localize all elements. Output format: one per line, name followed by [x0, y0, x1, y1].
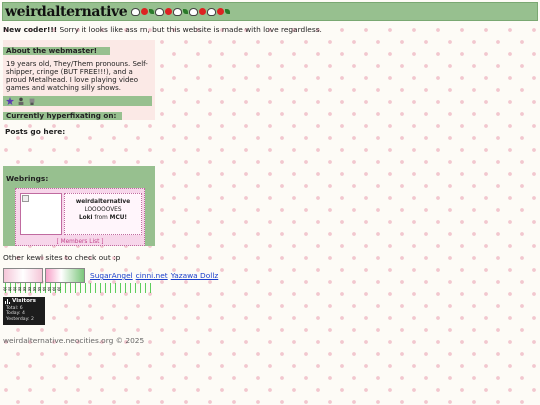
cat-icon: [155, 7, 165, 16]
webring-name: Loki: [78, 215, 93, 221]
intro-bold: New coder!!!: [3, 25, 58, 34]
other-sites-text: Other kewl sites to check out :p: [3, 253, 121, 262]
members-list-link[interactable]: [ Members List ]: [16, 239, 144, 245]
footer-text: weirdalternative.neocities.org © 2025: [3, 336, 145, 345]
leaf-icon: [149, 9, 155, 14]
posts-heading: Posts go here:: [5, 127, 66, 136]
about-bio: 19 years old, They/Them pronouns. Self-s…: [6, 60, 148, 92]
site-links: SugarAngel cinni.net Yazawa Dollz: [87, 271, 218, 280]
webring-from: from: [94, 215, 108, 221]
webring-fandom-line: Loki from MCU!: [65, 214, 141, 222]
webring-text: weirdalternative LOOOOOVES Loki from MCU…: [64, 193, 142, 235]
site-button-2[interactable]: [45, 268, 85, 283]
about-panel: About the webmaster! 19 years old, They/…: [3, 40, 155, 120]
apple-icon: [217, 8, 225, 15]
cat-icon: [189, 7, 199, 16]
intro-text: New coder!!! Sorry it looks like ass rn,…: [3, 25, 322, 34]
cat-icon: [173, 7, 183, 16]
site-header: weirdalternative: [2, 2, 538, 21]
webring-line: LOOOOOVES: [84, 207, 122, 213]
visitor-counter: Visitors Total: 6 Today: 4 Yesterday: 2: [3, 297, 45, 325]
leaf-icon: [225, 9, 231, 14]
person-icon: [18, 97, 24, 105]
webring-image: [20, 193, 62, 235]
about-heading: About the webmaster!: [3, 47, 110, 55]
visitor-title: Visitors: [12, 298, 37, 304]
cat-icon: [131, 7, 141, 16]
site-button-1[interactable]: [3, 268, 43, 283]
webrings-heading: Webrings:: [6, 174, 49, 183]
link-cinni[interactable]: cinni.net: [136, 271, 168, 280]
webrings-panel: Webrings: weirdalternative LOOOOOVES Lok…: [3, 166, 155, 246]
visitor-yesterday: Yesterday: 2: [6, 316, 34, 322]
apple-icon: [199, 8, 207, 15]
star-icon: [6, 97, 14, 105]
robot-icon: [29, 98, 35, 105]
webring-fandom: MCU!: [109, 215, 128, 221]
link-yazawa-dollz[interactable]: Yazawa Dollz: [171, 271, 219, 280]
cat-icon: [207, 7, 217, 16]
site-buttons: SugarAngel cinni.net Yazawa Dollz: [3, 268, 218, 283]
webring-widget[interactable]: weirdalternative LOOOOOVES Loki from MCU…: [15, 188, 145, 246]
link-sugarangel[interactable]: SugarAngel: [90, 271, 133, 280]
webring-title: weirdalternative: [75, 199, 131, 205]
apple-icon: [141, 8, 149, 15]
apple-icon: [165, 8, 173, 15]
marquee-text: ʬʬʬʬʬʬʬʬʬʬʬʬ: [3, 285, 62, 293]
leaf-icon: [183, 9, 189, 14]
intro-body: Sorry it looks like ass rn, but this web…: [57, 25, 322, 34]
visitor-title-row: Visitors: [5, 298, 45, 305]
bar-chart-icon: [5, 299, 10, 305]
hyperfix-heading: Currently hyperfixating on:: [3, 112, 122, 120]
interest-icons: [6, 97, 36, 105]
site-title: weirdalternative: [5, 3, 128, 20]
header-decorations: [131, 7, 231, 16]
